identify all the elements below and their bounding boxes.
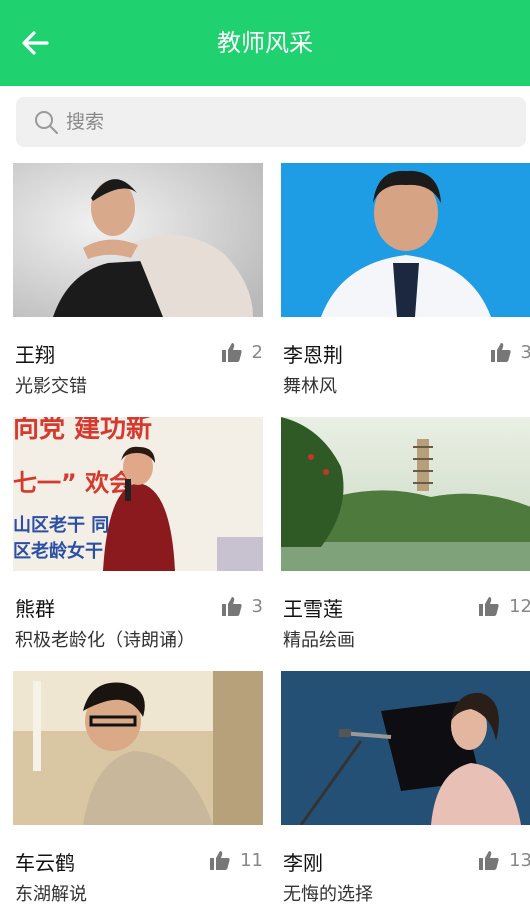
teacher-card[interactable]: 车云鹤 11 东湖解说 <box>13 671 263 911</box>
teacher-photo <box>13 163 263 317</box>
like-count-value: 2 <box>251 341 263 363</box>
teacher-name: 车云鹤 <box>15 851 75 875</box>
like-count[interactable]: 12 <box>478 595 530 617</box>
teacher-name: 王雪莲 <box>283 597 343 621</box>
app-header: 教师风采 <box>0 0 530 86</box>
search-icon <box>35 111 58 134</box>
teacher-photo <box>281 671 530 825</box>
thumbs-up-icon <box>479 851 499 870</box>
thumbs-up-icon <box>210 851 230 870</box>
teacher-name: 李恩荆 <box>283 343 343 367</box>
teacher-photo: 向党 建功新 七一” 欢会 山区老干 同 区老龄女干 谊会 <box>13 417 263 571</box>
like-count[interactable]: 2 <box>221 341 263 363</box>
like-count-value: 12 <box>509 595 530 617</box>
teacher-subtitle: 精品绘画 <box>283 630 355 651</box>
teacher-card[interactable]: 向党 建功新 七一” 欢会 山区老干 同 区老龄女干 谊会 熊群 3 积极老龄化… <box>13 417 263 657</box>
teacher-subtitle: 无悔的选择 <box>283 884 373 905</box>
thumbs-up-icon <box>490 343 511 362</box>
search-input[interactable] <box>66 111 486 133</box>
teacher-subtitle: 舞林风 <box>283 376 337 397</box>
like-count[interactable]: 13 <box>478 849 530 871</box>
teacher-photo <box>281 163 530 317</box>
like-count-value: 3 <box>251 595 263 617</box>
thumbs-up-icon <box>479 597 499 616</box>
thumbs-up-icon <box>221 343 242 362</box>
like-count[interactable]: 11 <box>209 849 263 871</box>
like-count-value: 13 <box>509 849 530 871</box>
like-count-value: 11 <box>240 849 263 871</box>
teacher-subtitle: 积极老龄化（诗朗诵） <box>15 630 195 651</box>
teacher-card[interactable]: 李恩荆 3 舞林风 <box>281 163 530 403</box>
page-title: 教师风采 <box>217 29 313 57</box>
search-bar[interactable] <box>16 97 526 147</box>
teacher-photo <box>281 417 530 571</box>
teacher-name: 李刚 <box>283 851 323 875</box>
teacher-name: 王翔 <box>15 343 55 367</box>
teacher-subtitle: 东湖解说 <box>15 884 87 905</box>
teacher-card[interactable]: 王翔 2 光影交错 <box>13 163 263 403</box>
banner-text-line: 向党 建功新 <box>13 417 152 444</box>
teacher-name: 熊群 <box>15 597 55 621</box>
like-count-value: 3 <box>520 341 530 363</box>
banner-text-line: 山区老干 同 <box>13 514 109 536</box>
thumbs-up-icon <box>221 597 242 616</box>
banner-text-line: 七一” 欢会 <box>13 469 133 497</box>
teacher-subtitle: 光影交错 <box>15 376 87 397</box>
teacher-card[interactable]: 王雪莲 12 精品绘画 <box>281 417 530 657</box>
teacher-card[interactable]: 李刚 13 无悔的选择 <box>281 671 530 911</box>
like-count[interactable]: 3 <box>221 595 263 617</box>
teacher-photo <box>13 671 263 825</box>
like-count[interactable]: 3 <box>490 341 530 363</box>
teacher-grid: 王翔 2 光影交错 李恩荆 3 舞林风 向党 建功新 七一” 欢会 山区老干 同… <box>0 163 530 920</box>
